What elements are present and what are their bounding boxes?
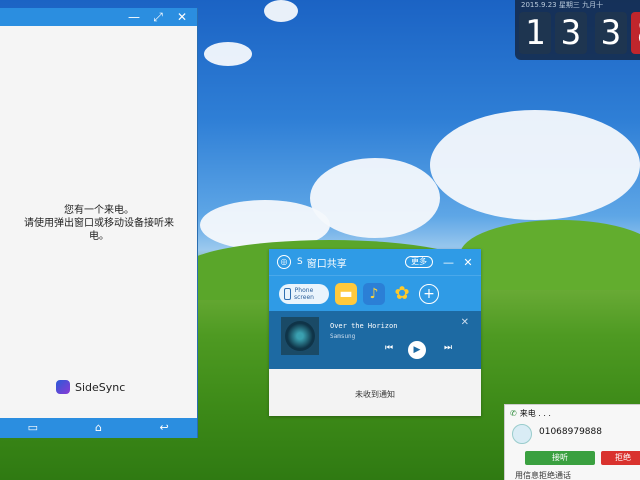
call-header: ✆ 来电 . . .	[505, 405, 640, 422]
reject-with-message-link[interactable]: 用信息拒绝通话	[515, 470, 571, 480]
album-art	[281, 317, 319, 355]
incoming-line-2: 请使用弹出窗口或移动设备接听来	[24, 218, 174, 229]
call-title: 来电 . . .	[519, 409, 551, 418]
expand-icon[interactable]: ⤢	[151, 10, 165, 24]
phone-call-icon: ✆	[510, 409, 517, 418]
minimize-icon[interactable]: —	[127, 10, 141, 24]
incoming-line-3: 电。	[89, 231, 109, 242]
song-artist: Samsung	[330, 333, 356, 340]
clock-widget: 2015.9.23 星期三 九月十 1 3 3 8	[515, 0, 640, 60]
incoming-call-message: 您有一个来电。 请使用弹出窗口或移动设备接听来 电。	[6, 204, 192, 243]
incoming-call-popup: ✆ 来电 . . . 01068979888 接听 拒绝 用信息拒绝通话	[504, 404, 640, 480]
sidesync-brand: SideSync	[56, 380, 125, 394]
phone-icon	[284, 287, 291, 300]
cloud	[264, 0, 298, 22]
incoming-line-1: 您有一个来电。	[64, 205, 134, 216]
clock-date: 2015.9.23 星期三 九月十	[521, 1, 604, 9]
phone-window-titlebar: — ⤢ ✕	[0, 8, 197, 26]
hill	[460, 220, 640, 290]
clock-minute-ones: 8	[631, 12, 640, 54]
phone-screen-label: Phone screen	[294, 286, 314, 301]
cloud	[204, 42, 252, 66]
share-title: 窗口共享	[306, 258, 347, 270]
phone-nav-bar: ▭ ⌂ ↩	[0, 418, 197, 438]
back-icon[interactable]: ↩	[155, 422, 173, 434]
music-player: Over the Horizon Samsung ✕ ⏮ ▶ ⏭	[269, 311, 481, 369]
share-header: ◎ S 窗口共享 更多 — ✕	[269, 249, 481, 275]
next-track-icon[interactable]: ⏭	[444, 343, 452, 353]
clock-minute-tens: 3	[595, 12, 627, 54]
sidesync-small-icon: ◎	[277, 255, 291, 269]
clock-hour-tens: 1	[519, 12, 551, 54]
share-s-label: S	[297, 257, 303, 267]
caller-avatar	[512, 424, 532, 444]
no-notification-text: 未收到通知	[355, 390, 395, 399]
song-title: Over the Horizon	[330, 322, 398, 330]
reject-call-button[interactable]: 拒绝	[601, 451, 640, 465]
previous-track-icon[interactable]: ⏮	[385, 343, 393, 353]
cloud	[430, 110, 640, 220]
sidesync-logo-icon	[56, 380, 70, 394]
close-player-icon[interactable]: ✕	[461, 317, 469, 328]
play-icon[interactable]: ▶	[408, 341, 426, 359]
sidesync-phone-window: — ⤢ ✕ 您有一个来电。 请使用弹出窗口或移动设备接听来 电。 SideSyn…	[0, 8, 198, 438]
folder-icon[interactable]: ▬	[335, 282, 357, 305]
accept-call-button[interactable]: 接听	[525, 451, 595, 465]
more-button[interactable]: 更多	[405, 256, 433, 268]
close-icon[interactable]: ✕	[463, 256, 473, 269]
window-share-panel: ◎ S 窗口共享 更多 — ✕ Phone screen ▬ ♪ ✿ + Ove…	[269, 249, 481, 416]
minimize-icon[interactable]: —	[443, 256, 454, 269]
caller-number: 01068979888	[539, 427, 602, 437]
music-icon[interactable]: ♪	[363, 282, 385, 305]
phone-screen-button[interactable]: Phone screen	[279, 283, 329, 304]
close-icon[interactable]: ✕	[175, 10, 189, 24]
share-apps-row: Phone screen ▬ ♪ ✿ +	[269, 275, 481, 311]
gallery-icon[interactable]: ✿	[391, 283, 413, 305]
add-app-icon[interactable]: +	[419, 283, 439, 304]
sidesync-brand-label: SideSync	[75, 380, 126, 394]
clock-hour-ones: 3	[555, 12, 587, 54]
home-icon[interactable]: ⌂	[89, 422, 107, 434]
recent-apps-icon[interactable]: ▭	[24, 422, 42, 434]
